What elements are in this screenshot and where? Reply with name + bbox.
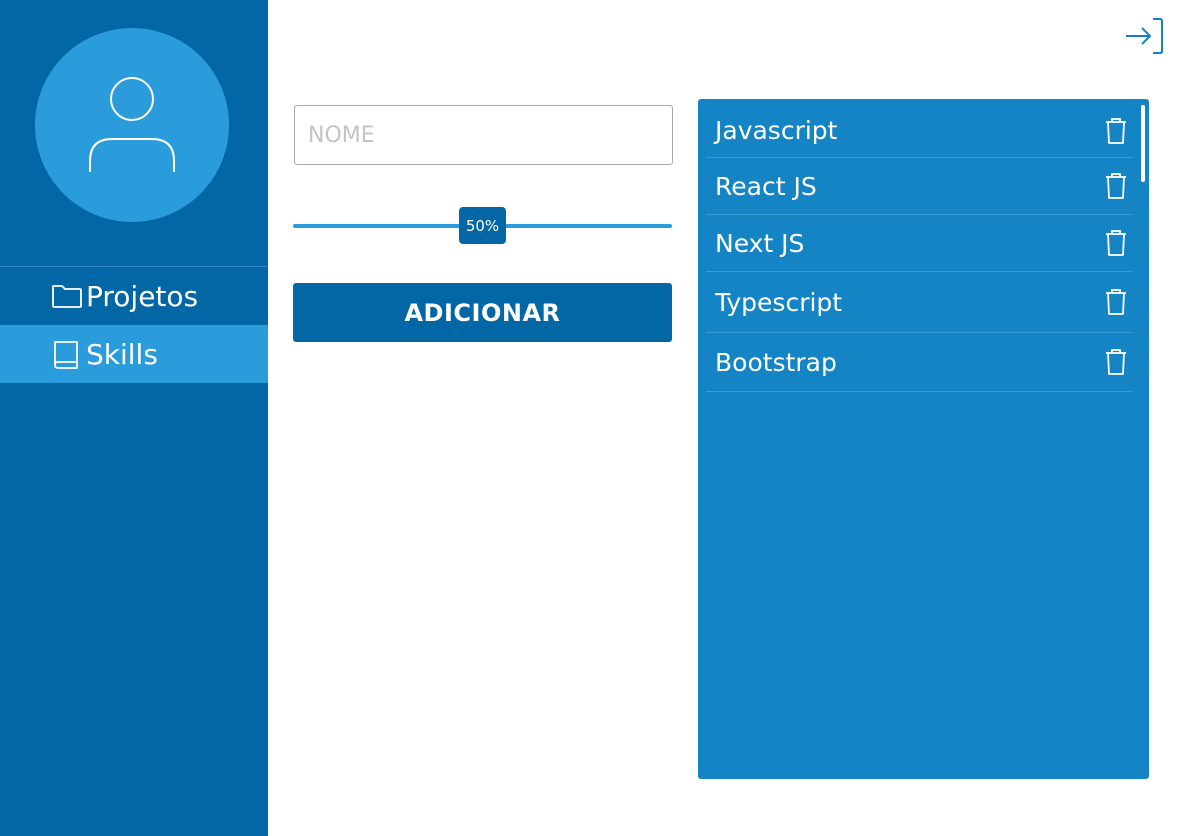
list-item: Next JS <box>706 215 1133 272</box>
user-icon <box>89 77 175 172</box>
sidebar: Projetos Skills <box>0 0 268 836</box>
trash-icon[interactable] <box>1103 228 1129 258</box>
sidebar-item-label: Skills <box>86 337 158 371</box>
list-item: Typescript <box>706 272 1133 333</box>
folder-icon <box>51 281 83 311</box>
name-input[interactable] <box>294 105 673 165</box>
sidebar-item-skills[interactable]: Skills <box>0 325 268 383</box>
skill-label: Next JS <box>715 228 805 258</box>
level-slider[interactable]: 50% <box>293 206 672 246</box>
trash-icon[interactable] <box>1103 287 1129 317</box>
list-item: Bootstrap <box>706 333 1133 392</box>
skills-scrollbar[interactable] <box>1141 105 1145 182</box>
sidebar-nav: Projetos Skills <box>0 266 268 383</box>
skills-panel: Javascript React JS Next JS Typescript B… <box>698 99 1149 779</box>
skill-label: React JS <box>715 171 817 201</box>
add-button[interactable]: ADICIONAR <box>293 283 672 342</box>
skill-label: Bootstrap <box>715 347 837 377</box>
list-item: React JS <box>706 158 1133 215</box>
skills-list: Javascript React JS Next JS Typescript B… <box>706 104 1133 392</box>
app-root: Projetos Skills 50% ADIC <box>0 0 1189 836</box>
logout-button[interactable] <box>1124 17 1164 55</box>
avatar <box>35 28 229 222</box>
trash-icon[interactable] <box>1103 116 1129 146</box>
list-item: Javascript <box>706 104 1133 158</box>
slider-thumb[interactable]: 50% <box>459 207 506 244</box>
sidebar-item-label: Projetos <box>86 279 199 313</box>
trash-icon[interactable] <box>1103 171 1129 201</box>
skill-label: Typescript <box>715 287 843 317</box>
sidebar-item-projetos[interactable]: Projetos <box>0 267 268 325</box>
trash-icon[interactable] <box>1103 347 1129 377</box>
skill-label: Javascript <box>715 116 838 145</box>
slider-value-label: 50% <box>465 216 500 235</box>
book-icon <box>51 339 83 369</box>
logout-icon <box>1126 18 1163 54</box>
